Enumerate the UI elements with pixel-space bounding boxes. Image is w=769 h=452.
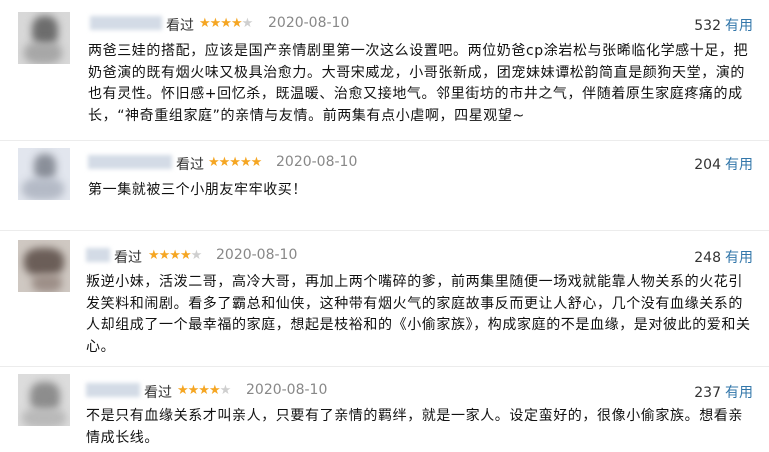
- avatar[interactable]: [18, 12, 70, 64]
- username-blurred[interactable]: [86, 383, 140, 397]
- divider: [0, 230, 769, 231]
- vote-count: 237 有用: [694, 382, 753, 402]
- review-date: 2020-08-10: [268, 15, 350, 31]
- vote-count: 248 有用: [694, 247, 753, 267]
- watched-label: 看过: [176, 157, 204, 173]
- vote-number: 237: [694, 385, 721, 401]
- vote-number: 248: [694, 250, 721, 266]
- rating-stars: ★★★★★: [177, 383, 231, 398]
- useful-button[interactable]: 有用: [725, 385, 753, 401]
- divider: [0, 140, 769, 141]
- watched-label: 看过: [144, 385, 172, 401]
- watched-label: 看过: [114, 250, 142, 266]
- useful-button[interactable]: 有用: [725, 157, 753, 173]
- avatar[interactable]: [18, 374, 70, 426]
- rating-stars: ★★★★★: [208, 155, 262, 170]
- review-content: 叛逆小妹，活泼二哥，高冷大哥，再加上两个嘴碎的爹，前两集里随便一场戏就能靠人物关…: [86, 274, 751, 355]
- rating-stars: ★★★★★: [199, 16, 253, 31]
- review-date: 2020-08-10: [246, 382, 328, 398]
- vote-number: 532: [694, 18, 721, 34]
- username-blurred[interactable]: [90, 16, 162, 30]
- review-content: 两爸三娃的搭配，应该是国产亲情剧里第一次这么设置吧。两位奶爸cp涂岩松与张晞临化…: [88, 43, 749, 124]
- useful-button[interactable]: 有用: [725, 250, 753, 266]
- review-date: 2020-08-10: [276, 154, 358, 170]
- vote-number: 204: [694, 157, 721, 173]
- useful-button[interactable]: 有用: [725, 18, 753, 34]
- review-date: 2020-08-10: [216, 247, 298, 263]
- divider: [0, 366, 769, 367]
- review-content: 不是只有血缘关系才叫亲人，只要有了亲情的羁绊，就是一家人。设定蛮好的，很像小偷家…: [86, 408, 743, 446]
- username-blurred[interactable]: [86, 248, 110, 262]
- vote-count: 204 有用: [694, 154, 753, 174]
- vote-count: 532 有用: [694, 15, 753, 35]
- review-content: 第一集就被三个小朋友牢牢收买！: [88, 182, 307, 198]
- username-blurred[interactable]: [88, 155, 172, 169]
- watched-label: 看过: [166, 18, 194, 34]
- avatar[interactable]: [18, 240, 70, 292]
- avatar[interactable]: [18, 148, 70, 200]
- rating-stars: ★★★★★: [148, 248, 202, 263]
